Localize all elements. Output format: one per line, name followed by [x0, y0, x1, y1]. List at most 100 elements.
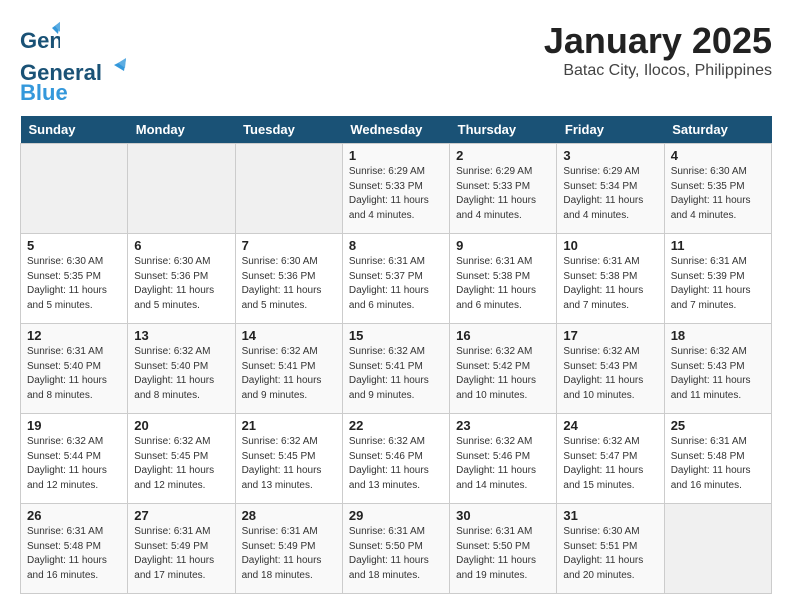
calendar-cell	[664, 504, 771, 594]
day-number: 2	[456, 148, 550, 163]
svg-text:General: General	[20, 28, 60, 53]
logo-bird-icon	[104, 57, 126, 79]
day-number: 16	[456, 328, 550, 343]
calendar-cell: 12Sunrise: 6:31 AM Sunset: 5:40 PM Dayli…	[21, 324, 128, 414]
day-number: 21	[242, 418, 336, 433]
day-number: 29	[349, 508, 443, 523]
calendar-cell: 16 Sunrise: 6:32 AM Sunset: 5:42 PM Dayli…	[450, 324, 557, 414]
calendar-week-row: 26 Sunrise: 6:31 AM Sunset: 5:48 PM Dayli…	[21, 504, 772, 594]
calendar-title: January 2025	[544, 20, 772, 62]
weekday-header-row: SundayMondayTuesdayWednesdayThursdayFrid…	[21, 116, 772, 144]
calendar-cell: 5Sunrise: 6:30 AM Sunset: 5:35 PM Daylig…	[21, 234, 128, 324]
calendar-week-row: 12Sunrise: 6:31 AM Sunset: 5:40 PM Dayli…	[21, 324, 772, 414]
calendar-cell: 7Sunrise: 6:30 AM Sunset: 5:36 PM Daylig…	[235, 234, 342, 324]
day-info: Sunrise: 6:31 AM Sunset: 5:38 PM Dayligh…	[456, 255, 550, 313]
day-info: Sunrise: 6:30 AM Sunset: 5:36 PM Dayligh…	[134, 255, 228, 313]
calendar-cell: 11Sunrise: 6:31 AM Sunset: 5:39 PM Dayli…	[664, 234, 771, 324]
day-info: Sunrise: 6:32 AM Sunset: 5:42 PM Dayligh…	[456, 345, 550, 403]
day-info: Sunrise: 6:30 AM Sunset: 5:51 PM Dayligh…	[563, 525, 657, 583]
calendar-cell: 21Sunrise: 6:32 AM Sunset: 5:45 PM Dayli…	[235, 414, 342, 504]
logo: General General Blue	[20, 20, 126, 106]
weekday-header-friday: Friday	[557, 116, 664, 144]
calendar-cell: 24 Sunrise: 6:32 AM Sunset: 5:47 PM Dayli…	[557, 414, 664, 504]
day-number: 12	[27, 328, 121, 343]
calendar-cell: 22 Sunrise: 6:32 AM Sunset: 5:46 PM Dayli…	[342, 414, 449, 504]
day-info: Sunrise: 6:32 AM Sunset: 5:43 PM Dayligh…	[671, 345, 765, 403]
calendar-cell: 31 Sunrise: 6:30 AM Sunset: 5:51 PM Dayli…	[557, 504, 664, 594]
day-info: Sunrise: 6:32 AM Sunset: 5:46 PM Dayligh…	[456, 435, 550, 493]
day-number: 30	[456, 508, 550, 523]
calendar-cell: 1 Sunrise: 6:29 AM Sunset: 5:33 PM Daylig…	[342, 144, 449, 234]
day-info: Sunrise: 6:29 AM Sunset: 5:33 PM Dayligh…	[349, 165, 443, 223]
title-block: January 2025 Batac City, Ilocos, Philipp…	[544, 20, 772, 80]
calendar-week-row: 5Sunrise: 6:30 AM Sunset: 5:35 PM Daylig…	[21, 234, 772, 324]
calendar-cell	[21, 144, 128, 234]
day-number: 24	[563, 418, 657, 433]
day-info: Sunrise: 6:32 AM Sunset: 5:41 PM Dayligh…	[349, 345, 443, 403]
day-info: Sunrise: 6:32 AM Sunset: 5:47 PM Dayligh…	[563, 435, 657, 493]
calendar-cell: 20Sunrise: 6:32 AM Sunset: 5:45 PM Dayli…	[128, 414, 235, 504]
day-number: 1	[349, 148, 443, 163]
day-number: 27	[134, 508, 228, 523]
weekday-header-sunday: Sunday	[21, 116, 128, 144]
calendar-cell: 10 Sunrise: 6:31 AM Sunset: 5:38 PM Dayli…	[557, 234, 664, 324]
day-number: 19	[27, 418, 121, 433]
calendar-cell: 28 Sunrise: 6:31 AM Sunset: 5:49 PM Dayli…	[235, 504, 342, 594]
calendar-cell	[235, 144, 342, 234]
day-info: Sunrise: 6:32 AM Sunset: 5:41 PM Dayligh…	[242, 345, 336, 403]
calendar-cell: 17Sunrise: 6:32 AM Sunset: 5:43 PM Dayli…	[557, 324, 664, 414]
day-number: 22	[349, 418, 443, 433]
calendar-week-row: 1 Sunrise: 6:29 AM Sunset: 5:33 PM Daylig…	[21, 144, 772, 234]
day-number: 9	[456, 238, 550, 253]
calendar-cell: 15 Sunrise: 6:32 AM Sunset: 5:41 PM Dayli…	[342, 324, 449, 414]
day-info: Sunrise: 6:31 AM Sunset: 5:49 PM Dayligh…	[242, 525, 336, 583]
day-info: Sunrise: 6:31 AM Sunset: 5:48 PM Dayligh…	[27, 525, 121, 583]
day-number: 10	[563, 238, 657, 253]
day-info: Sunrise: 6:31 AM Sunset: 5:38 PM Dayligh…	[563, 255, 657, 313]
page-header: General General Blue January 2025 Batac …	[20, 20, 772, 106]
calendar-cell: 26 Sunrise: 6:31 AM Sunset: 5:48 PM Dayli…	[21, 504, 128, 594]
day-number: 31	[563, 508, 657, 523]
day-number: 4	[671, 148, 765, 163]
day-number: 23	[456, 418, 550, 433]
calendar-cell: 14 Sunrise: 6:32 AM Sunset: 5:41 PM Dayli…	[235, 324, 342, 414]
day-number: 25	[671, 418, 765, 433]
calendar-table: SundayMondayTuesdayWednesdayThursdayFrid…	[20, 116, 772, 594]
day-info: Sunrise: 6:31 AM Sunset: 5:50 PM Dayligh…	[456, 525, 550, 583]
calendar-cell: 29 Sunrise: 6:31 AM Sunset: 5:50 PM Dayli…	[342, 504, 449, 594]
day-info: Sunrise: 6:31 AM Sunset: 5:37 PM Dayligh…	[349, 255, 443, 313]
day-info: Sunrise: 6:29 AM Sunset: 5:33 PM Dayligh…	[456, 165, 550, 223]
day-number: 26	[27, 508, 121, 523]
day-info: Sunrise: 6:32 AM Sunset: 5:45 PM Dayligh…	[134, 435, 228, 493]
calendar-cell: 30 Sunrise: 6:31 AM Sunset: 5:50 PM Dayli…	[450, 504, 557, 594]
day-info: Sunrise: 6:32 AM Sunset: 5:46 PM Dayligh…	[349, 435, 443, 493]
calendar-subtitle: Batac City, Ilocos, Philippines	[544, 62, 772, 80]
calendar-week-row: 19 Sunrise: 6:32 AM Sunset: 5:44 PM Dayli…	[21, 414, 772, 504]
calendar-cell: 4 Sunrise: 6:30 AM Sunset: 5:35 PM Daylig…	[664, 144, 771, 234]
day-number: 5	[27, 238, 121, 253]
day-number: 15	[349, 328, 443, 343]
day-number: 13	[134, 328, 228, 343]
day-number: 8	[349, 238, 443, 253]
logo-blue: Blue	[20, 80, 68, 106]
logo-icon: General	[20, 20, 60, 60]
day-info: Sunrise: 6:32 AM Sunset: 5:40 PM Dayligh…	[134, 345, 228, 403]
weekday-header-thursday: Thursday	[450, 116, 557, 144]
calendar-cell: 3Sunrise: 6:29 AM Sunset: 5:34 PM Daylig…	[557, 144, 664, 234]
day-info: Sunrise: 6:31 AM Sunset: 5:39 PM Dayligh…	[671, 255, 765, 313]
weekday-header-wednesday: Wednesday	[342, 116, 449, 144]
day-info: Sunrise: 6:32 AM Sunset: 5:44 PM Dayligh…	[27, 435, 121, 493]
calendar-cell: 8 Sunrise: 6:31 AM Sunset: 5:37 PM Daylig…	[342, 234, 449, 324]
day-info: Sunrise: 6:31 AM Sunset: 5:50 PM Dayligh…	[349, 525, 443, 583]
calendar-cell: 13 Sunrise: 6:32 AM Sunset: 5:40 PM Dayli…	[128, 324, 235, 414]
calendar-cell: 27 Sunrise: 6:31 AM Sunset: 5:49 PM Dayli…	[128, 504, 235, 594]
day-number: 6	[134, 238, 228, 253]
weekday-header-tuesday: Tuesday	[235, 116, 342, 144]
day-info: Sunrise: 6:30 AM Sunset: 5:35 PM Dayligh…	[671, 165, 765, 223]
calendar-cell: 18Sunrise: 6:32 AM Sunset: 5:43 PM Dayli…	[664, 324, 771, 414]
calendar-cell	[128, 144, 235, 234]
day-number: 14	[242, 328, 336, 343]
day-number: 17	[563, 328, 657, 343]
day-number: 28	[242, 508, 336, 523]
day-info: Sunrise: 6:31 AM Sunset: 5:49 PM Dayligh…	[134, 525, 228, 583]
